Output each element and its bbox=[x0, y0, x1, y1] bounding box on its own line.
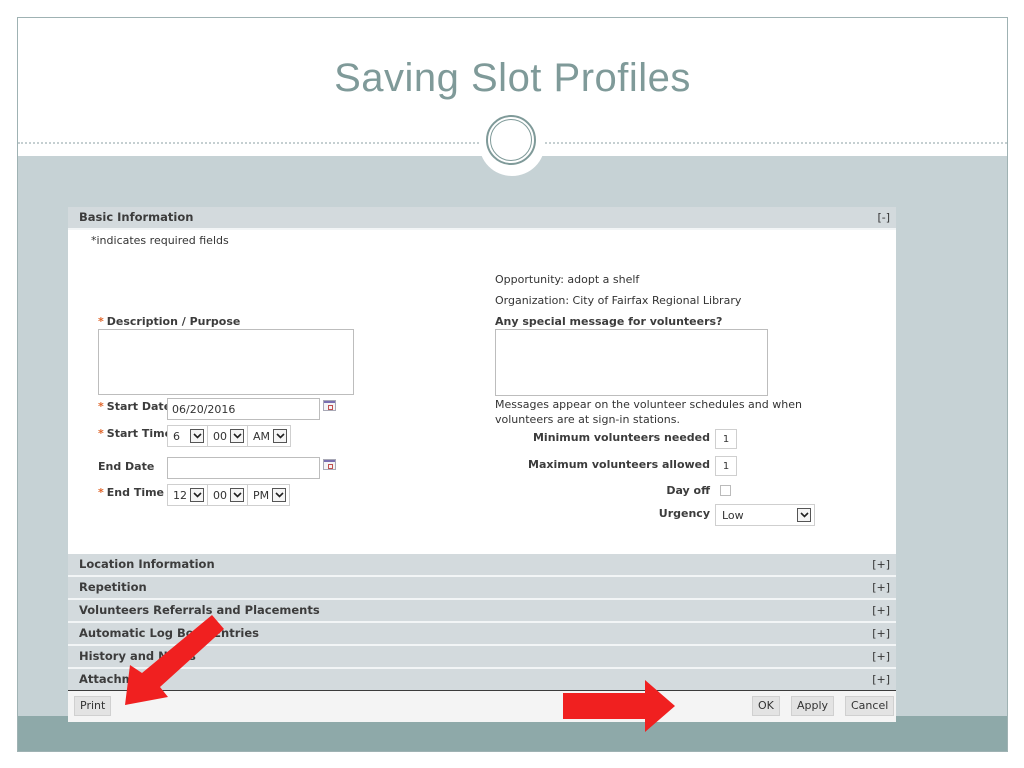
start-time-picker: 6 00 AM bbox=[167, 425, 292, 447]
cancel-button[interactable]: Cancel bbox=[845, 696, 895, 716]
slide-title: Saving Slot Profiles bbox=[334, 56, 691, 100]
special-message-textarea[interactable] bbox=[495, 329, 768, 396]
end-ampm-select[interactable]: PM bbox=[248, 485, 289, 505]
basic-information-body: *indicates required fields * Description … bbox=[68, 230, 896, 554]
end-hour-select[interactable]: 12 bbox=[168, 485, 208, 505]
expand-toggle[interactable]: [+] bbox=[872, 646, 890, 667]
min-volunteers-label: Minimum volunteers needed bbox=[532, 431, 710, 444]
annotation-arrow-right-icon bbox=[563, 680, 675, 732]
collapse-toggle[interactable]: [-] bbox=[877, 207, 890, 228]
section-title: Basic Information bbox=[79, 210, 194, 224]
calendar-icon[interactable] bbox=[323, 400, 336, 411]
expand-toggle[interactable]: [+] bbox=[872, 623, 890, 644]
min-volunteers-input[interactable]: 1 bbox=[715, 429, 737, 449]
description-label: * Description / Purpose bbox=[98, 315, 241, 328]
special-message-help: Messages appear on the volunteer schedul… bbox=[495, 398, 802, 426]
start-time-label: * Start Time bbox=[98, 427, 173, 440]
chevron-down-icon[interactable] bbox=[230, 488, 244, 502]
required-star: * bbox=[98, 315, 104, 328]
expand-toggle[interactable]: [+] bbox=[872, 554, 890, 575]
start-date-input[interactable] bbox=[167, 398, 320, 420]
chevron-down-icon[interactable] bbox=[230, 429, 244, 443]
section-basic-information[interactable]: Basic Information [-] bbox=[68, 207, 896, 230]
end-time-picker: 12 00 PM bbox=[167, 484, 291, 506]
chevron-down-icon[interactable] bbox=[190, 488, 204, 502]
start-minute-select[interactable]: 00 bbox=[208, 426, 248, 446]
chevron-down-icon[interactable] bbox=[272, 488, 287, 502]
day-off-label: Day off bbox=[666, 484, 710, 497]
end-date-input[interactable] bbox=[167, 457, 320, 479]
end-minute-select[interactable]: 00 bbox=[208, 485, 248, 505]
chevron-down-icon[interactable] bbox=[190, 429, 204, 443]
opportunity-text: Opportunity: adopt a shelf bbox=[495, 273, 640, 286]
urgency-select[interactable]: Low bbox=[715, 504, 815, 526]
print-button[interactable]: Print bbox=[74, 696, 112, 716]
expand-toggle[interactable]: [+] bbox=[872, 669, 890, 690]
max-volunteers-label: Maximum volunteers allowed bbox=[528, 458, 710, 471]
chevron-down-icon[interactable] bbox=[273, 429, 288, 443]
expand-toggle[interactable]: [+] bbox=[872, 600, 890, 621]
section-repetition[interactable]: Repetition [+] bbox=[68, 577, 896, 600]
start-ampm-select[interactable]: AM bbox=[248, 426, 290, 446]
urgency-label: Urgency bbox=[658, 507, 710, 520]
max-volunteers-input[interactable]: 1 bbox=[715, 456, 737, 476]
organization-text: Organization: City of Fairfax Regional L… bbox=[495, 294, 742, 307]
ok-button[interactable]: OK bbox=[752, 696, 780, 716]
start-hour-select[interactable]: 6 bbox=[168, 426, 208, 446]
chevron-down-icon[interactable] bbox=[797, 508, 811, 522]
special-message-label: Any special message for volunteers? bbox=[495, 315, 723, 328]
end-date-label: End Date bbox=[98, 460, 155, 473]
description-textarea[interactable] bbox=[98, 329, 354, 395]
start-date-label: * Start Date bbox=[98, 400, 172, 413]
annotation-arrow-down-left-icon bbox=[125, 615, 224, 705]
day-off-checkbox[interactable] bbox=[720, 485, 731, 496]
urgency-value: Low bbox=[722, 508, 744, 522]
end-time-label: * End Time bbox=[98, 486, 165, 499]
required-fields-note: *indicates required fields bbox=[91, 234, 229, 247]
expand-toggle[interactable]: [+] bbox=[872, 577, 890, 598]
section-location-information[interactable]: Location Information [+] bbox=[68, 554, 896, 577]
apply-button[interactable]: Apply bbox=[791, 696, 835, 716]
calendar-icon[interactable] bbox=[323, 459, 336, 470]
circle-ornament-icon bbox=[486, 115, 536, 165]
